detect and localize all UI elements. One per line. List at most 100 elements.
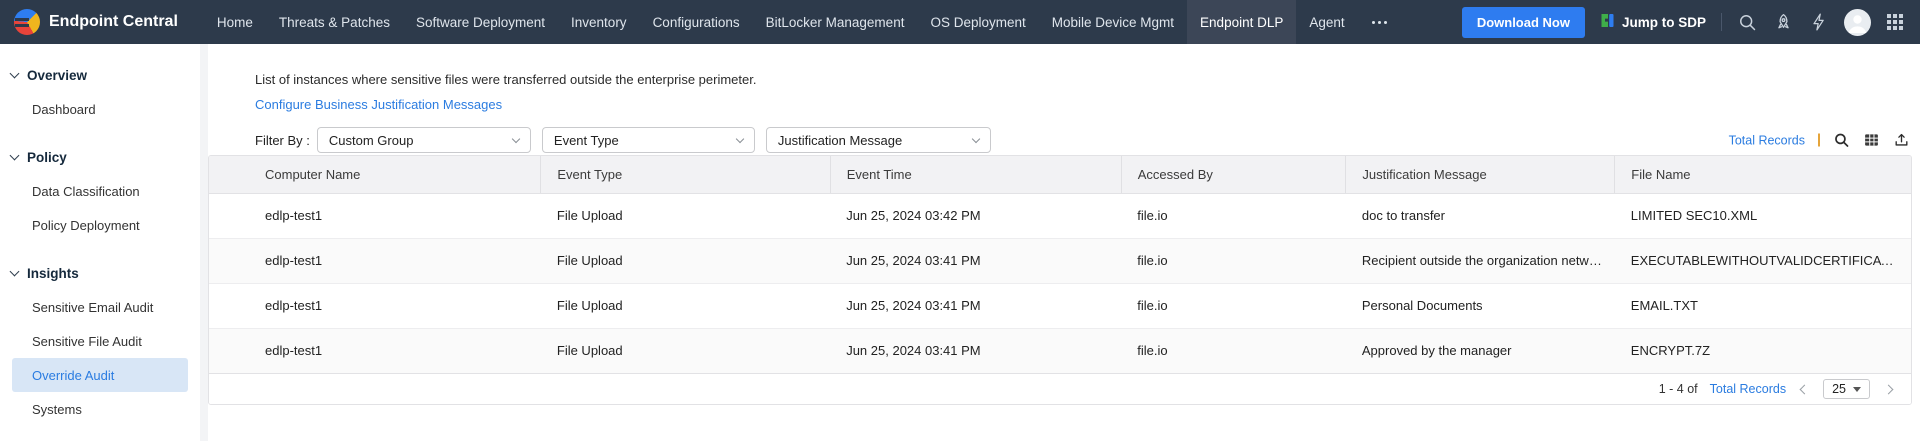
cell-computer-name: edlp-test1: [209, 238, 541, 283]
cell-accessed-by: file.io: [1121, 193, 1346, 238]
nav-item-software-deployment[interactable]: Software Deployment: [403, 0, 558, 44]
nav-item-mobile-device-mgmt[interactable]: Mobile Device Mgmt: [1039, 0, 1187, 44]
top-navbar: Endpoint Central Home Threats & Patches …: [0, 0, 1920, 44]
cell-file-name: EXECUTABLEWITHOUTVALIDCERTIFICATE...: [1615, 238, 1911, 283]
table-row[interactable]: edlp-test1 File Upload Jun 25, 2024 03:4…: [209, 283, 1911, 328]
pagination-range: 1 - 4 of: [1659, 382, 1698, 396]
nav-more-icon[interactable]: [1358, 0, 1401, 44]
nav-item-threats-patches[interactable]: Threats & Patches: [266, 0, 403, 44]
justification-message-dropdown[interactable]: Justification Message: [766, 127, 991, 153]
page-size-value: 25: [1832, 382, 1846, 396]
sidebar-content-divider: [200, 44, 208, 441]
search-icon[interactable]: [1737, 12, 1758, 33]
nav-item-agent[interactable]: Agent: [1296, 0, 1357, 44]
nav-item-configurations[interactable]: Configurations: [640, 0, 753, 44]
table-row[interactable]: edlp-test1 File Upload Jun 25, 2024 03:4…: [209, 193, 1911, 238]
table-view-icon[interactable]: [1863, 132, 1880, 149]
sidebar-section-policy: Policy Data Classification Policy Deploy…: [0, 140, 200, 242]
jump-to-sdp-label: Jump to SDP: [1622, 15, 1706, 30]
column-header-justification-message[interactable]: Justification Message: [1346, 156, 1615, 193]
chevron-down-icon: [972, 135, 980, 143]
event-type-dropdown[interactable]: Event Type: [542, 127, 755, 153]
cell-event-type: File Upload: [541, 238, 830, 283]
cell-event-time: Jun 25, 2024 03:41 PM: [830, 283, 1121, 328]
total-records-link[interactable]: Total Records: [1710, 382, 1786, 396]
rocket-icon[interactable]: [1773, 12, 1794, 33]
sidebar-section-insights: Insights Sensitive Email Audit Sensitive…: [0, 256, 200, 426]
table-row[interactable]: edlp-test1 File Upload Jun 25, 2024 03:4…: [209, 238, 1911, 283]
previous-page-icon[interactable]: [1798, 383, 1811, 396]
cell-justification-message: Personal Documents: [1346, 283, 1615, 328]
sdp-icon: [1600, 13, 1615, 31]
sidebar-header-overview[interactable]: Overview: [0, 58, 200, 92]
cell-justification-message: Approved by the manager: [1346, 328, 1615, 373]
sidebar-item-dashboard[interactable]: Dashboard: [0, 92, 200, 126]
export-icon[interactable]: [1893, 132, 1910, 149]
nav-item-inventory[interactable]: Inventory: [558, 0, 640, 44]
nav-item-home[interactable]: Home: [204, 0, 266, 44]
sidebar-item-systems[interactable]: Systems: [0, 392, 200, 426]
nav-divider: [1721, 13, 1722, 31]
cell-computer-name: edlp-test1: [209, 193, 541, 238]
cell-event-time: Jun 25, 2024 03:42 PM: [830, 193, 1121, 238]
apps-grid-icon[interactable]: [1886, 13, 1904, 31]
configure-justification-link[interactable]: Configure Business Justification Message…: [255, 97, 502, 112]
dropdown-value: Event Type: [554, 133, 619, 148]
sidebar-header-label: Overview: [27, 68, 87, 83]
toolbar-separator: [1818, 134, 1820, 147]
avatar[interactable]: [1844, 9, 1871, 36]
page-size-dropdown[interactable]: 25: [1823, 379, 1870, 399]
caret-down-icon: [1853, 387, 1861, 392]
total-records-link[interactable]: Total Records: [1729, 133, 1805, 147]
nav-item-os-deployment[interactable]: OS Deployment: [917, 0, 1038, 44]
chevron-down-icon: [736, 135, 744, 143]
custom-group-dropdown[interactable]: Custom Group: [317, 127, 531, 153]
column-header-event-type[interactable]: Event Type: [541, 156, 830, 193]
page-description: List of instances where sensitive files …: [255, 72, 1912, 87]
sidebar-item-override-audit[interactable]: Override Audit: [12, 358, 188, 392]
column-header-accessed-by[interactable]: Accessed By: [1121, 156, 1346, 193]
search-icon[interactable]: [1833, 132, 1850, 149]
sidebar-section-overview: Overview Dashboard: [0, 58, 200, 126]
dropdown-value: Custom Group: [329, 133, 414, 148]
next-page-icon[interactable]: [1882, 383, 1895, 396]
column-header-file-name[interactable]: File Name: [1615, 156, 1911, 193]
sidebar-header-policy[interactable]: Policy: [0, 140, 200, 174]
sidebar-item-sensitive-email-audit[interactable]: Sensitive Email Audit: [0, 290, 200, 324]
audit-table: Computer Name Event Type Event Time Acce…: [208, 155, 1912, 405]
cell-accessed-by: file.io: [1121, 238, 1346, 283]
pagination-bar: 1 - 4 of Total Records 25: [209, 373, 1911, 404]
cell-accessed-by: file.io: [1121, 328, 1346, 373]
cell-file-name: ENCRYPT.7Z: [1615, 328, 1911, 373]
column-header-event-time[interactable]: Event Time: [830, 156, 1121, 193]
chevron-down-icon: [10, 151, 20, 161]
cell-file-name: EMAIL.TXT: [1615, 283, 1911, 328]
cell-computer-name: edlp-test1: [209, 283, 541, 328]
cell-event-type: File Upload: [541, 193, 830, 238]
table-toolbar: Total Records: [1729, 132, 1910, 149]
filter-by-label: Filter By :: [255, 133, 310, 148]
cell-justification-message: doc to transfer: [1346, 193, 1615, 238]
sidebar-item-sensitive-file-audit[interactable]: Sensitive File Audit: [0, 324, 200, 358]
filter-bar: Filter By : Custom Group Event Type Just…: [208, 127, 1912, 153]
sidebar-header-insights[interactable]: Insights: [0, 256, 200, 290]
brand-name: Endpoint Central: [49, 13, 178, 31]
download-now-button[interactable]: Download Now: [1462, 7, 1585, 38]
jump-to-sdp-button[interactable]: Jump to SDP: [1600, 13, 1706, 31]
nav-item-bitlocker-management[interactable]: BitLocker Management: [753, 0, 918, 44]
navbar-right: Download Now Jump to SDP: [1462, 7, 1920, 38]
sidebar-header-label: Insights: [27, 266, 79, 281]
sidebar-item-policy-deployment[interactable]: Policy Deployment: [0, 208, 200, 242]
chevron-down-icon: [10, 69, 20, 79]
brand[interactable]: Endpoint Central: [0, 9, 204, 35]
chevron-down-icon: [512, 135, 520, 143]
table-row[interactable]: edlp-test1 File Upload Jun 25, 2024 03:4…: [209, 328, 1911, 373]
nav-menu: Home Threats & Patches Software Deployme…: [204, 0, 1401, 44]
sidebar-item-data-classification[interactable]: Data Classification: [0, 174, 200, 208]
cell-file-name: LIMITED SEC10.XML: [1615, 193, 1911, 238]
column-header-computer-name[interactable]: Computer Name: [209, 156, 541, 193]
cell-event-time: Jun 25, 2024 03:41 PM: [830, 328, 1121, 373]
lightning-icon[interactable]: [1809, 12, 1829, 32]
chevron-down-icon: [10, 267, 20, 277]
nav-item-endpoint-dlp[interactable]: Endpoint DLP: [1187, 0, 1296, 44]
